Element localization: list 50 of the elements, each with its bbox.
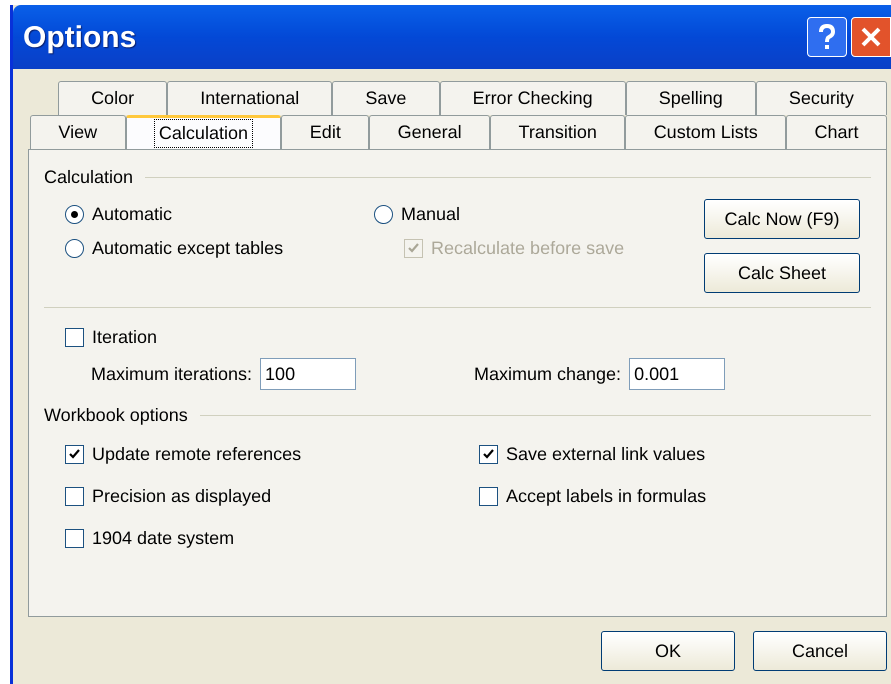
checkbox-label: Update remote references (92, 442, 302, 466)
radio-button[interactable] (65, 204, 84, 224)
tab[interactable]: Custom Lists (625, 115, 786, 149)
dialog-button[interactable]: Calc Sheet (704, 253, 860, 293)
checkbox[interactable] (65, 444, 84, 464)
dialog-button[interactable]: Calc Now (F9) (704, 199, 860, 239)
checkbox[interactable] (479, 444, 498, 464)
checkbox[interactable] (65, 328, 84, 346)
help-button[interactable] (807, 17, 847, 57)
group-heading: Workbook options (44, 404, 188, 427)
checkbox[interactable] (479, 486, 498, 506)
field-label: Maximum iterations: (91, 362, 252, 386)
tab[interactable]: View (30, 115, 126, 149)
checkbox-label: 1904 date system (92, 526, 234, 550)
field-label: Maximum change: (474, 362, 622, 386)
checkbox-label: Accept labels in formulas (506, 484, 706, 508)
check-icon (69, 449, 80, 459)
check-icon (483, 449, 494, 459)
tab[interactable]: International (167, 81, 332, 115)
checkbox-label: Precision as displayed (92, 484, 272, 508)
tab[interactable]: Error Checking (440, 81, 626, 115)
tab[interactable]: Calculation (126, 115, 282, 149)
close-icon (860, 26, 882, 48)
checkbox-label: Iteration (92, 326, 158, 348)
tab[interactable]: Chart (786, 115, 887, 149)
radio-button[interactable] (65, 238, 84, 258)
radio-label: Manual (401, 202, 460, 226)
group-heading: Calculation (44, 166, 134, 189)
tab[interactable]: Color (58, 81, 168, 115)
checkbox[interactable] (65, 528, 84, 548)
radio-button[interactable] (374, 204, 393, 224)
input-field[interactable]: 0.001 (629, 358, 726, 390)
checkbox-label: Recalculate before save (431, 236, 624, 260)
tab[interactable]: Edit (281, 115, 370, 149)
close-button[interactable] (851, 17, 891, 57)
dialog-button[interactable]: Cancel (753, 631, 887, 671)
tab[interactable]: General (369, 115, 490, 149)
check-icon (408, 243, 419, 253)
dialog-button[interactable]: OK (601, 631, 735, 671)
tab[interactable]: Save (332, 81, 440, 115)
tab[interactable]: Transition (490, 115, 626, 149)
checkbox[interactable] (65, 486, 84, 506)
tab[interactable]: Spelling (626, 81, 756, 115)
input-field[interactable]: 100 (260, 358, 356, 390)
tab[interactable]: Security (756, 81, 887, 115)
radio-label: Automatic except tables (92, 236, 284, 260)
checkbox-label: Save external link values (506, 442, 706, 466)
window-title: Options (23, 20, 138, 56)
radio-label: Automatic (92, 202, 172, 226)
question-mark-icon (818, 24, 836, 50)
